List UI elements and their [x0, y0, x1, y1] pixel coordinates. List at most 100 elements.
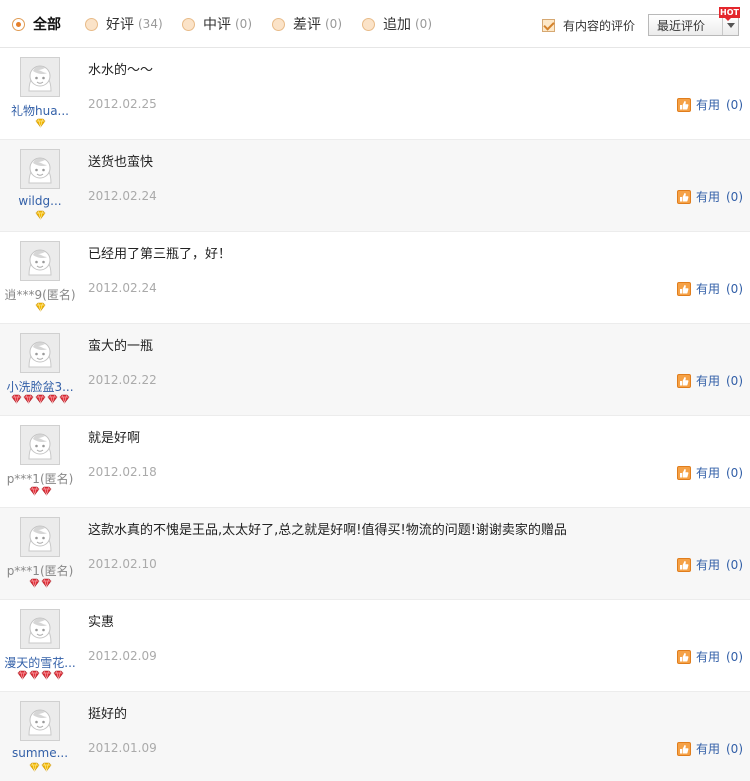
- review-row: p***1(匿名) 就是好啊 2012.02.18 有用 (0): [0, 416, 750, 508]
- content-only-checkbox[interactable]: [542, 19, 555, 32]
- avatar[interactable]: [20, 425, 60, 465]
- avatar[interactable]: [20, 701, 60, 741]
- avatar[interactable]: [20, 149, 60, 189]
- useful-label: 有用: [695, 282, 720, 296]
- red-diamond-icon: [11, 394, 22, 404]
- red-diamond-icon: [17, 670, 28, 680]
- review-row: 漫天的雪花... 实惠 2012.02.09 有用 (0): [0, 600, 750, 692]
- reviewer-name[interactable]: 逍***9(匿名): [0, 286, 80, 303]
- red-diamond-icon: [29, 486, 40, 496]
- useful-button[interactable]: 有用 (0): [676, 280, 743, 297]
- thumbs-up-icon: [676, 97, 691, 112]
- filter-tab-all[interactable]: 全部: [12, 13, 61, 35]
- review-date: 2012.02.24: [88, 189, 157, 203]
- review-date: 2012.02.10: [88, 557, 157, 571]
- useful-count: (0): [726, 741, 743, 756]
- useful-count: (0): [726, 465, 743, 480]
- useful-label: 有用: [695, 190, 720, 204]
- reviewer-credit-badges: [0, 210, 80, 220]
- reviewer-credit-badges: [0, 578, 80, 588]
- default-avatar-icon: [21, 334, 59, 372]
- radio-icon: [12, 17, 25, 31]
- filter-tab-neutral[interactable]: 中评 (0): [182, 13, 252, 35]
- useful-label: 有用: [695, 466, 720, 480]
- useful-button[interactable]: 有用 (0): [676, 464, 743, 481]
- useful-button[interactable]: 有用 (0): [676, 372, 743, 389]
- thumbs-up-icon: [676, 189, 691, 204]
- thumbs-up-icon: [676, 741, 691, 756]
- reviewer-credit-badges: [0, 394, 80, 404]
- review-text: 就是好啊: [88, 431, 141, 446]
- default-avatar-icon: [21, 702, 59, 740]
- review-text: 这款水真的不愧是王品,太太好了,总之就是好啊!值得买!物流的问题!谢谢卖家的赠品: [88, 523, 567, 538]
- useful-button[interactable]: 有用 (0): [676, 556, 743, 573]
- reviewer-credit-badges: [0, 302, 80, 312]
- thumbs-up-icon: [676, 557, 691, 572]
- gold-diamond-icon: [35, 210, 46, 220]
- red-diamond-icon: [47, 394, 58, 404]
- reviewer-name[interactable]: 小洗脸盆3...: [0, 378, 80, 395]
- review-date: 2012.02.18: [88, 465, 157, 479]
- useful-button[interactable]: 有用 (0): [676, 96, 743, 113]
- avatar[interactable]: [20, 241, 60, 281]
- useful-count: (0): [726, 97, 743, 112]
- review-filter-bar: 全部 好评 (34) 中评 (0) 差评 (0) 追加 (0) 有内容的评价 最…: [0, 0, 750, 48]
- radio-icon: [272, 17, 285, 31]
- filter-tab-count: (0): [415, 17, 432, 31]
- radio-icon: [85, 17, 98, 31]
- review-date: 2012.02.09: [88, 649, 157, 663]
- filter-tab-negative[interactable]: 差评 (0): [272, 13, 342, 35]
- useful-label: 有用: [695, 98, 720, 112]
- avatar[interactable]: [20, 609, 60, 649]
- content-only-label: 有内容的评价: [563, 19, 636, 33]
- reviewer-name[interactable]: 礼物hua...: [0, 102, 80, 119]
- reviewer-credit-badges: [0, 762, 80, 772]
- useful-count: (0): [726, 557, 743, 572]
- avatar[interactable]: [20, 333, 60, 373]
- filter-tab-label: 追加: [383, 17, 411, 33]
- red-diamond-icon: [41, 486, 52, 496]
- review-text: 水水的～～: [88, 63, 154, 78]
- default-avatar-icon: [21, 426, 59, 464]
- reviewer-name[interactable]: wildg...: [0, 194, 80, 208]
- red-diamond-icon: [23, 394, 34, 404]
- avatar[interactable]: [20, 57, 60, 97]
- useful-label: 有用: [695, 374, 720, 388]
- reviewer-credit-badges: [0, 670, 80, 680]
- review-row: p***1(匿名) 这款水真的不愧是王品,太太好了,总之就是好啊!值得买!物流的…: [0, 508, 750, 600]
- radio-icon: [362, 17, 375, 31]
- thumbs-up-icon: [676, 281, 691, 296]
- content-only-filter[interactable]: 有内容的评价: [542, 17, 635, 34]
- review-date: 2012.02.25: [88, 97, 157, 111]
- hot-badge: HOT: [719, 7, 740, 21]
- useful-button[interactable]: 有用 (0): [676, 740, 743, 757]
- review-row: wildg... 送货也蛮快 2012.02.24 有用 (0): [0, 140, 750, 232]
- useful-button[interactable]: 有用 (0): [676, 188, 743, 205]
- review-row: 小洗脸盆3... 蛮大的一瓶 2012.02.22 有用 (0): [0, 324, 750, 416]
- review-text: 送货也蛮快: [88, 155, 154, 170]
- avatar[interactable]: [20, 517, 60, 557]
- filter-tab-count: (0): [325, 17, 342, 31]
- red-diamond-icon: [29, 578, 40, 588]
- review-date: 2012.01.09: [88, 741, 157, 755]
- default-avatar-icon: [21, 150, 59, 188]
- useful-label: 有用: [695, 558, 720, 572]
- review-text: 挺好的: [88, 707, 128, 722]
- reviewer-name[interactable]: 漫天的雪花...: [0, 654, 80, 671]
- reviewer-name[interactable]: p***1(匿名): [0, 562, 80, 579]
- default-avatar-icon: [21, 58, 59, 96]
- filter-tab-positive[interactable]: 好评 (34): [85, 13, 163, 35]
- reviewer-name[interactable]: p***1(匿名): [0, 470, 80, 487]
- review-date: 2012.02.24: [88, 281, 157, 295]
- review-row: 礼物hua... 水水的～～ 2012.02.25 有用 (0): [0, 48, 750, 140]
- reviewer-name[interactable]: summe...: [0, 746, 80, 760]
- thumbs-up-icon: [676, 649, 691, 664]
- filter-tab-followup[interactable]: 追加 (0): [362, 13, 432, 35]
- review-text: 已经用了第三瓶了，好！: [88, 247, 232, 262]
- review-row: 逍***9(匿名) 已经用了第三瓶了，好！ 2012.02.24 有用 (0): [0, 232, 750, 324]
- filter-tab-label: 全部: [33, 17, 61, 33]
- filter-tab-count: (0): [235, 17, 252, 31]
- useful-count: (0): [726, 281, 743, 296]
- red-diamond-icon: [41, 578, 52, 588]
- useful-button[interactable]: 有用 (0): [676, 648, 743, 665]
